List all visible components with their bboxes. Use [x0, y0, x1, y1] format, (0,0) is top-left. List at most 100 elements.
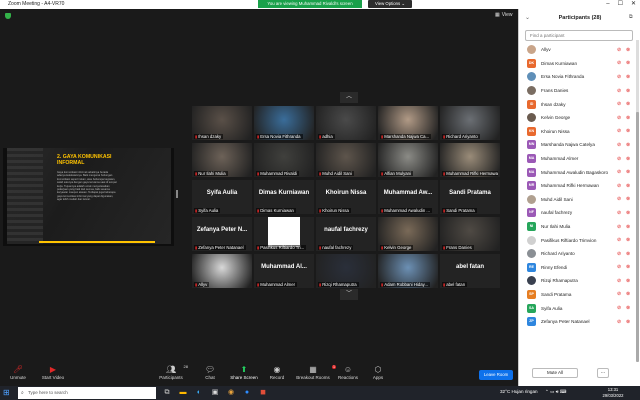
microphone-muted-icon[interactable]: ⊘	[617, 60, 621, 66]
video-tile[interactable]: Muhammad Aw... ▮Muhammad Awaludin ...	[378, 180, 438, 214]
video-tile[interactable]: ▮Nur Ilahi Mulia	[192, 143, 252, 177]
participant-row[interactable]: Pasifikus Riftiardo Trimvion ⊘ ⊗	[519, 233, 637, 247]
participant-row[interactable]: ZP Zefanya Peter Natanael ⊘ ⊗	[519, 315, 637, 329]
page-down-button[interactable]: ﹀	[340, 289, 358, 300]
start-video-button[interactable]: ▶︎ Start Video	[38, 365, 68, 380]
microphone-muted-icon[interactable]: ⊘	[617, 74, 621, 80]
video-off-icon[interactable]: ⊗	[626, 128, 630, 134]
video-off-icon[interactable]: ⊗	[626, 319, 630, 325]
more-options-button[interactable]: ...	[597, 368, 609, 378]
participant-row[interactable]: NF naufal fachrezy ⊘ ⊗	[519, 206, 637, 220]
splitter-handle[interactable]	[176, 190, 178, 198]
shield-icon[interactable]	[5, 13, 11, 19]
microphone-muted-icon[interactable]: ⊘	[617, 128, 621, 134]
participant-row[interactable]: RE Rinny Efendi ⊘ ⊗	[519, 261, 637, 275]
video-off-icon[interactable]: ⊗	[626, 210, 630, 216]
video-off-icon[interactable]: ⊗	[626, 156, 630, 162]
participant-row[interactable]: Richard Ariyanto ⊘ ⊗	[519, 247, 637, 261]
video-off-icon[interactable]: ⊗	[626, 224, 630, 230]
zoom-app-icon[interactable]: ●	[242, 388, 252, 398]
video-tile[interactable]: ▮Ersa Novia Fithranda	[254, 106, 314, 140]
video-off-icon[interactable]: ⊗	[626, 291, 630, 297]
video-tile[interactable]: ▮Muhammad Rifki Hermawan	[440, 143, 500, 177]
microphone-muted-icon[interactable]: ⊘	[617, 305, 621, 311]
participant-row[interactable]: SP Sandi Pratama ⊘ ⊗	[519, 288, 637, 302]
view-options-button[interactable]: View Options ⌄	[368, 0, 412, 8]
video-tile[interactable]: ▮Allyv	[192, 254, 252, 288]
video-tile[interactable]: ▮Rizqi Rhamaputra	[316, 254, 376, 288]
video-off-icon[interactable]: ⊗	[626, 60, 630, 66]
video-tile[interactable]: Dimas Kurniawan ▮Dimas Kurniawan	[254, 180, 314, 214]
video-tile[interactable]: ▮Pasifikus Riftiardo Tri...	[254, 217, 314, 251]
chrome-icon[interactable]: ◉	[226, 388, 236, 398]
video-off-icon[interactable]: ⊗	[626, 74, 630, 80]
system-tray[interactable]: ⌃ ▭ 🔊︎ ⌨	[545, 389, 567, 395]
video-tile[interactable]: ▮Muhd Aidil Sani	[316, 143, 376, 177]
taskbar-search[interactable]: ⌕ Type here to search	[18, 387, 156, 399]
microphone-muted-icon[interactable]: ⊘	[617, 88, 621, 94]
video-tile[interactable]: naufal fachrezy ▮naufal fachrezy	[316, 217, 376, 251]
video-tile[interactable]: abel fatan ▮abel fatan	[440, 254, 500, 288]
edge-icon[interactable]: ◐	[194, 388, 204, 398]
video-off-icon[interactable]: ⊗	[626, 251, 630, 257]
video-off-icon[interactable]: ⊗	[626, 196, 630, 202]
video-tile[interactable]: Syifa Aulia ▮Syifa Aulia	[192, 180, 252, 214]
microphone-muted-icon[interactable]: ⊘	[617, 47, 621, 53]
popout-icon[interactable]: ⧉	[629, 14, 633, 20]
breakout-rooms-button[interactable]: ▦ 1 Breakout Rooms	[294, 365, 336, 380]
participant-row[interactable]: MA Muhammad Awaludin Bagaskoro ⊘ ⊗	[519, 165, 637, 179]
video-tile[interactable]: Zefanya Peter N... ▮Zefanya Peter Natanae…	[192, 217, 252, 251]
video-off-icon[interactable]: ⊗	[626, 237, 630, 243]
microphone-muted-icon[interactable]: ⊘	[617, 278, 621, 284]
video-off-icon[interactable]: ⊗	[626, 101, 630, 107]
participant-row[interactable]: ID Ihsan dzaky ⊘ ⊗	[519, 97, 637, 111]
video-off-icon[interactable]: ⊗	[626, 142, 630, 148]
page-up-button[interactable]: ︿	[340, 92, 358, 103]
participant-row[interactable]: MR Muhammad Rifki Hermawan ⊘ ⊗	[519, 179, 637, 193]
participant-row[interactable]: NI Nur Ilahi Mulia ⊘ ⊗	[519, 220, 637, 234]
microphone-muted-icon[interactable]: ⊘	[617, 115, 621, 121]
taskbar-clock[interactable]: 13:31 29/03/2022	[598, 387, 628, 399]
store-icon[interactable]: ▣	[210, 388, 220, 398]
microphone-muted-icon[interactable]: ⊘	[617, 169, 621, 175]
video-tile[interactable]: Khoirun Nissa ▮Khoirun Nissa	[316, 180, 376, 214]
file-explorer-icon[interactable]: ▬	[178, 388, 188, 398]
powerpoint-icon[interactable]: ◼	[258, 388, 268, 398]
microphone-muted-icon[interactable]: ⊘	[617, 156, 621, 162]
participant-row[interactable]: Rizqi Rhamaputra ⊘ ⊗	[519, 274, 637, 288]
participants-button[interactable]: 👥︎ 28 Participants	[156, 364, 188, 380]
video-off-icon[interactable]: ⊗	[626, 47, 630, 53]
microphone-muted-icon[interactable]: ⊘	[617, 224, 621, 230]
maximize-icon[interactable]: ☐	[618, 0, 623, 9]
participant-row[interactable]: Muhd Aidil Sani ⊘ ⊗	[519, 193, 637, 207]
video-off-icon[interactable]: ⊗	[626, 169, 630, 175]
participant-row[interactable]: KN Khoirun Nissa ⊘ ⊗	[519, 125, 637, 139]
microphone-muted-icon[interactable]: ⊘	[617, 142, 621, 148]
microphone-muted-icon[interactable]: ⊘	[617, 251, 621, 257]
video-off-icon[interactable]: ⊗	[626, 278, 630, 284]
windows-start-icon[interactable]: ⊞	[3, 388, 13, 398]
weather-widget[interactable]: 32°C Hujan ringan	[500, 389, 538, 394]
apps-button[interactable]: ⬡ Apps	[368, 365, 388, 380]
video-tile[interactable]: ▮Ihsan dzaky	[192, 106, 252, 140]
video-tile[interactable]: ▮Alfian Mulyani	[378, 143, 438, 177]
video-off-icon[interactable]: ⊗	[626, 88, 630, 94]
microphone-muted-icon[interactable]: ⊘	[617, 210, 621, 216]
video-tile[interactable]: Muhammad Al... ▮Muhammad Almer	[254, 254, 314, 288]
video-off-icon[interactable]: ⊗	[626, 183, 630, 189]
participant-row[interactable]: Kelvin George ⊘ ⊗	[519, 111, 637, 125]
mute-all-button[interactable]: Mute All	[532, 368, 578, 378]
microphone-muted-icon[interactable]: ⊘	[617, 183, 621, 189]
microphone-muted-icon[interactable]: ⊘	[617, 291, 621, 297]
unmute-button[interactable]: 🎤︎ Unmute	[6, 365, 30, 380]
video-tile[interactable]: ▮Muhammad Rivaldi	[254, 143, 314, 177]
participant-row[interactable]: Ersa Novia Fithranda ⊘ ⊗	[519, 70, 637, 84]
video-tile[interactable]: Sandi Pratama ▮Sandi Pratama	[440, 180, 500, 214]
video-tile[interactable]: ▮Adam Robbani Hiday...	[378, 254, 438, 288]
video-off-icon[interactable]: ⊗	[626, 305, 630, 311]
participant-row[interactable]: Allyv ⊘ ⊗	[519, 43, 637, 57]
find-participant-input[interactable]	[525, 30, 633, 41]
video-tile[interactable]: ▮Kelvin George	[378, 217, 438, 251]
participant-row[interactable]: MA Muhammad Almer ⊘ ⊗	[519, 152, 637, 166]
reactions-button[interactable]: ☺ Reactions	[336, 365, 360, 380]
